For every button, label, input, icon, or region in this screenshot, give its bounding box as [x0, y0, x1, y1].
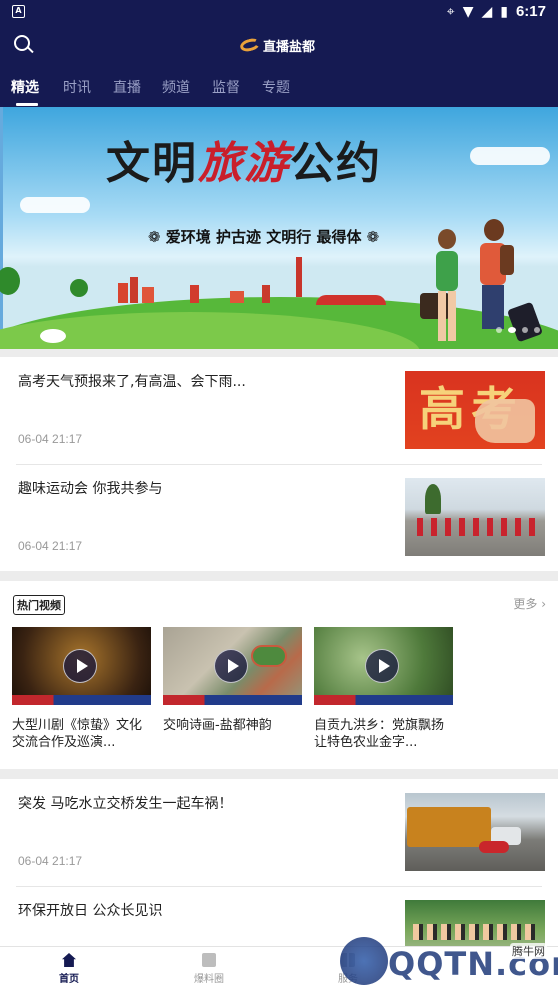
tab-pindao[interactable]: 频道 — [162, 77, 190, 97]
watermark-logo-icon — [340, 937, 388, 985]
play-icon — [63, 649, 97, 683]
video-thumbnail — [12, 627, 151, 705]
list-item[interactable]: 高考天气预报来了,有高温、会下雨... 06-04 21:17 高考 — [0, 357, 558, 464]
app-logo: 直播盐都 — [238, 34, 316, 56]
news-time: 06-04 21:17 — [18, 432, 83, 446]
channel-tabs: 精选 时讯 直播 频道 监督 专题 — [0, 75, 558, 105]
traveler-woman — [420, 229, 468, 349]
tab-jiandu[interactable]: 监督 — [212, 77, 240, 97]
list-item[interactable]: 趣味运动会 你我共参与 06-04 21:17 — [0, 464, 558, 571]
video-item[interactable]: 大型川剧《惊蛰》文化交流合作及巡演... — [12, 627, 151, 751]
news-title: 趣味运动会 你我共参与 — [18, 481, 163, 497]
active-tab-indicator — [16, 103, 38, 106]
tab-shixun[interactable]: 时讯 — [63, 77, 91, 97]
news-list-top: 高考天气预报来了,有高温、会下雨... 06-04 21:17 高考 趣味运动会… — [0, 357, 558, 571]
hot-video-section: 热门视频 更多 › 大型川剧《惊蛰》文化交流合作及巡演... 交响诗画-盐都神韵… — [0, 581, 558, 769]
banner-carousel[interactable]: 文明旅游公约 ❁ 爱环境 护古迹 文明行 最得体 ❁ — [0, 107, 558, 349]
video-title: 自贡九洪乡：党旗飘扬让特色农业金字... — [314, 718, 444, 750]
news-list-bottom: 突发 马吃水立交桥发生一起车祸！ 06-04 21:17 环保开放日 公众长见识 — [0, 779, 558, 978]
video-thumbnail — [163, 627, 302, 705]
chevron-right-icon: › — [541, 597, 546, 611]
news-title: 高考天气预报来了,有高温、会下雨... — [18, 374, 246, 390]
news-title: 环保开放日 公众长见识 — [18, 903, 163, 919]
flower-decoration — [40, 329, 66, 343]
watermark-site: 腾牛网 — [510, 943, 547, 959]
video-thumbnail — [314, 627, 453, 705]
status-bar: A ⌖ ▼ ◢ ▮ 6:17 — [0, 0, 558, 25]
tab-jingxuan[interactable]: 精选 — [11, 77, 39, 97]
tab-zhibo[interactable]: 直播 — [113, 77, 141, 97]
news-time: 06-04 21:17 — [18, 539, 83, 553]
video-item[interactable]: 交响诗画-盐都神韵 — [163, 627, 302, 734]
logo-text: 直播盐都 — [263, 39, 316, 55]
video-title: 交响诗画-盐都神韵 — [163, 718, 272, 733]
wifi-icon: ▼ — [462, 3, 474, 20]
tab-zhuanti[interactable]: 专题 — [262, 77, 290, 97]
list-item[interactable]: 突发 马吃水立交桥发生一起车祸！ 06-04 21:17 — [0, 779, 558, 886]
hot-video-tag: 热门视频 — [13, 595, 65, 615]
battery-icon: ▮ — [500, 3, 508, 20]
nav-home[interactable]: 首页 — [39, 953, 99, 985]
home-icon — [62, 953, 76, 967]
logo-mark-icon — [238, 36, 262, 54]
tv-tower — [296, 257, 302, 297]
signal-icon: ◢ — [481, 3, 493, 20]
news-title: 突发 马吃水立交桥发生一起车祸！ — [18, 796, 233, 812]
carousel-indicator[interactable] — [496, 327, 540, 333]
tree-decoration — [70, 279, 88, 297]
clock: 6:17 — [515, 3, 546, 20]
play-icon — [214, 649, 248, 683]
search-button[interactable] — [12, 33, 36, 57]
more-link[interactable]: 更多 › — [513, 595, 546, 612]
site-watermark: QQTN.com 腾牛网 — [340, 935, 558, 990]
system-icons: ⌖ ▼ ◢ ▮ 6:17 — [447, 3, 546, 20]
message-icon — [202, 953, 216, 967]
app-header: 直播盐都 精选 时讯 直播 频道 监督 专题 — [0, 25, 558, 107]
news-time: 06-04 21:17 — [18, 854, 83, 868]
news-thumbnail: 高考 — [405, 371, 545, 449]
video-title: 大型川剧《惊蛰》文化交流合作及巡演... — [12, 718, 142, 750]
news-thumbnail — [405, 793, 545, 871]
video-item[interactable]: 自贡九洪乡：党旗飘扬让特色农业金字... — [314, 627, 453, 751]
city-skyline — [0, 107, 558, 349]
notification-app-icon: A — [12, 5, 25, 18]
play-icon — [365, 649, 399, 683]
news-thumbnail — [405, 478, 545, 556]
location-icon: ⌖ — [446, 3, 455, 20]
nav-baoliao[interactable]: 爆料圈 — [179, 953, 239, 985]
